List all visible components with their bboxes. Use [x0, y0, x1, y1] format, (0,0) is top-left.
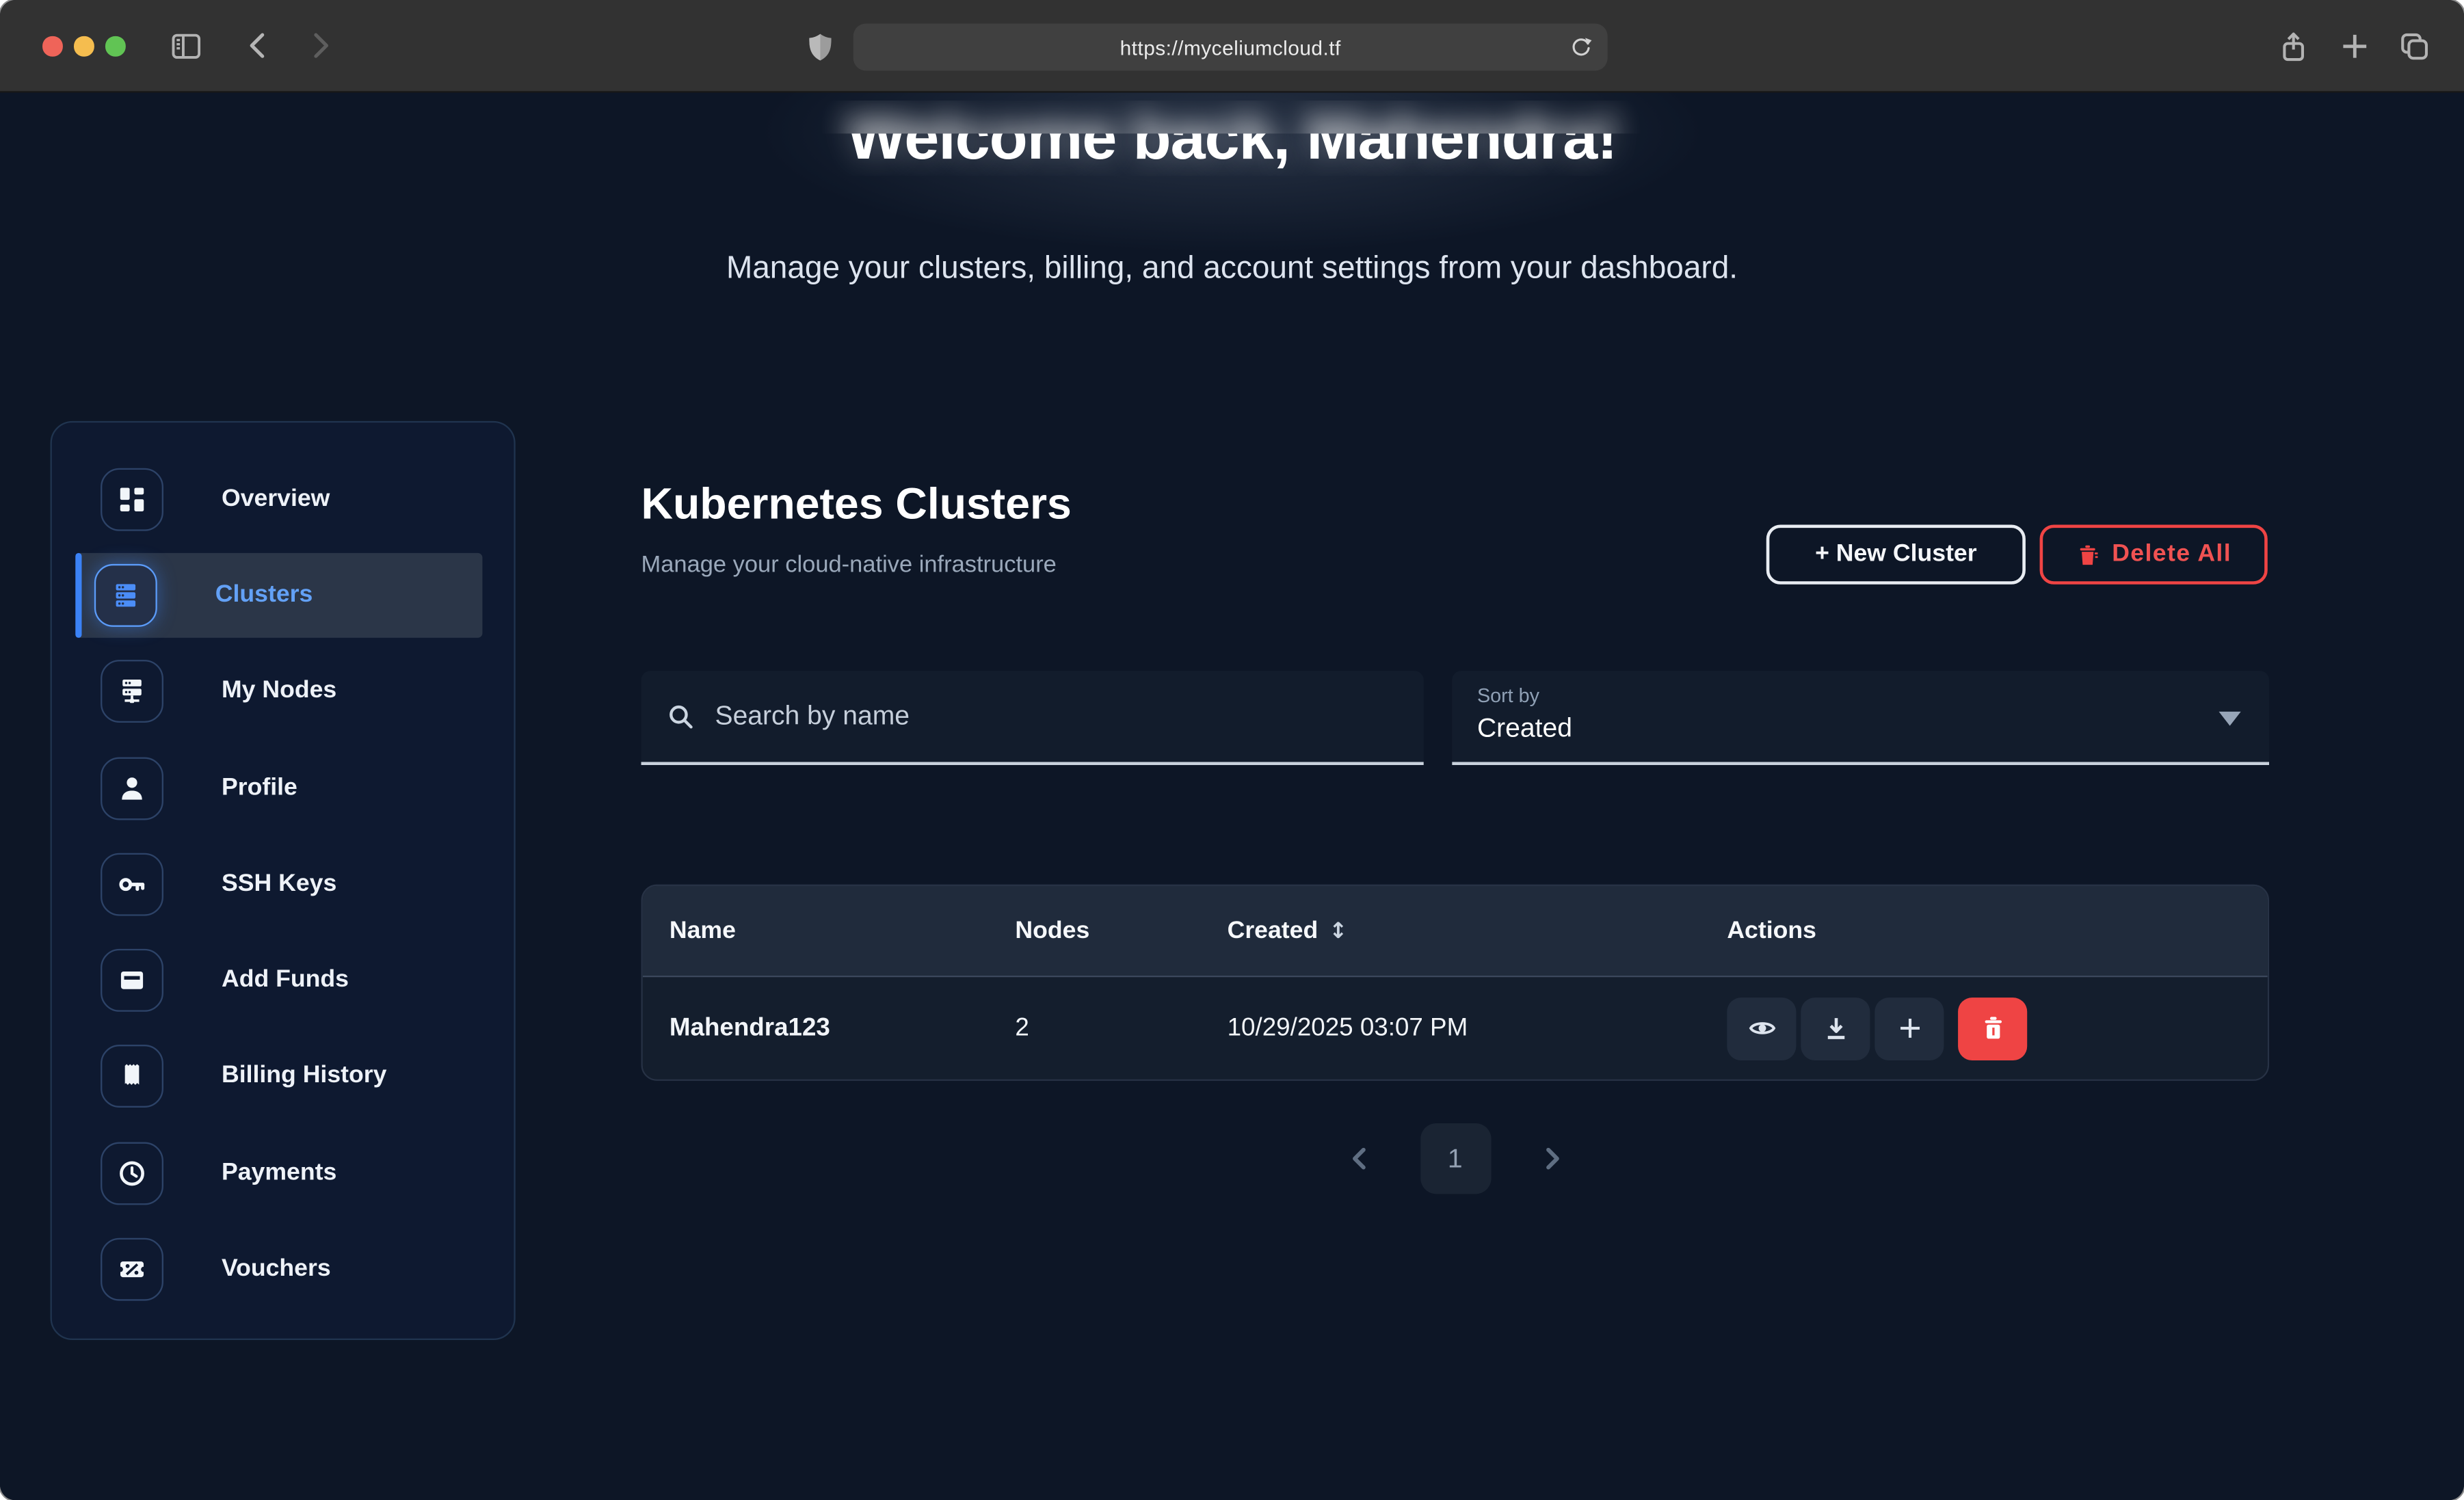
- clock-icon: [101, 1142, 163, 1205]
- sidebar-item-label: Add Funds: [222, 966, 349, 994]
- sidebar-item-my-nodes[interactable]: My Nodes: [52, 643, 514, 740]
- sidebar-item-label: Clusters: [215, 581, 313, 609]
- ticket-percent-icon: [101, 1238, 163, 1301]
- clusters-table: Name Nodes Created ↕ Actions Mahendra123…: [641, 885, 2270, 1081]
- new-tab-icon[interactable]: [2338, 30, 2371, 63]
- sort-arrows-icon: ↕: [1329, 918, 1347, 943]
- sort-by-label: Sort by: [1477, 685, 2244, 707]
- sidebar-item-vouchers[interactable]: Vouchers: [52, 1221, 514, 1317]
- window-controls: [42, 36, 125, 56]
- cluster-name: Mahendra123: [670, 1014, 1016, 1042]
- search-input[interactable]: [715, 701, 1399, 732]
- row-actions: [1727, 997, 2267, 1060]
- chevron-right-icon: [1537, 1144, 1564, 1174]
- sidebar-item-label: SSH Keys: [222, 870, 336, 898]
- trash-icon: [1978, 1013, 2008, 1043]
- sort-selected-value: Created: [1477, 713, 2244, 745]
- chevron-left-icon: [1346, 1144, 1373, 1174]
- url-text: https://myceliumcloud.tf: [1120, 36, 1341, 59]
- plus-icon: [1894, 1013, 1924, 1043]
- prev-page-button[interactable]: [1346, 1144, 1373, 1174]
- new-cluster-button[interactable]: + New Cluster: [1766, 524, 2026, 584]
- search-field[interactable]: [641, 671, 1424, 765]
- delete-all-button[interactable]: Delete All: [2040, 524, 2268, 584]
- next-page-button[interactable]: [1537, 1144, 1564, 1174]
- browser-toolbar: https://myceliumcloud.tf: [0, 0, 2464, 93]
- table-header-row: Name Nodes Created ↕ Actions: [643, 886, 2268, 976]
- sidebar-item-overview[interactable]: Overview: [52, 451, 514, 547]
- pagination: 1: [641, 1123, 2270, 1194]
- share-icon[interactable]: [2277, 30, 2310, 65]
- shield-icon[interactable]: [804, 31, 836, 63]
- dashboard-icon: [101, 468, 163, 531]
- chevron-down-icon: [2219, 712, 2241, 726]
- sidebar-item-label: My Nodes: [222, 678, 336, 706]
- tabs-overview-icon[interactable]: [2398, 30, 2430, 63]
- address-bar[interactable]: https://myceliumcloud.tf: [853, 23, 1608, 70]
- sidebar-item-billing-history[interactable]: Billing History: [52, 1029, 514, 1125]
- cluster-created: 10/29/2025 03:07 PM: [1228, 1014, 1727, 1042]
- sidebar-item-payments[interactable]: Payments: [52, 1125, 514, 1221]
- column-header-actions: Actions: [1727, 917, 2267, 945]
- forward-icon[interactable]: [303, 30, 334, 62]
- cluster-nodes: 2: [1015, 1014, 1227, 1042]
- column-header-name: Name: [670, 917, 1016, 945]
- column-header-nodes: Nodes: [1015, 917, 1227, 945]
- servers-icon: [94, 564, 157, 627]
- delete-all-label: Delete All: [2112, 540, 2231, 568]
- section-title: Kubernetes Clusters: [641, 479, 1072, 530]
- sidebar-item-label: Billing History: [222, 1062, 386, 1090]
- section-subtitle: Manage your cloud-native infrastructure: [641, 552, 1057, 578]
- page-number[interactable]: 1: [1420, 1123, 1490, 1194]
- eye-icon: [1747, 1013, 1777, 1043]
- card-icon: [101, 949, 163, 1012]
- sidebar-item-profile[interactable]: Profile: [52, 740, 514, 836]
- sidebar-item-label: Vouchers: [222, 1255, 331, 1283]
- user-icon: [101, 756, 163, 819]
- sidebar-item-label: Overview: [222, 485, 330, 513]
- page-subtitle: Manage your clusters, billing, and accou…: [0, 247, 2464, 291]
- created-header-label: Created: [1228, 917, 1319, 945]
- add-node-button[interactable]: [1875, 997, 1944, 1060]
- dashboard-page: Welcome back, Mahendra! Welcome back, Ma…: [0, 93, 2464, 1500]
- sidebar-item-add-funds[interactable]: Add Funds: [52, 933, 514, 1029]
- view-cluster-button[interactable]: [1727, 997, 1796, 1060]
- sidebar: Overview Clusters: [51, 421, 516, 1340]
- scaled-viewport: https://myceliumcloud.tf Welcome back, M…: [0, 0, 2464, 1500]
- minimize-window-button[interactable]: [74, 36, 94, 56]
- close-window-button[interactable]: [42, 36, 62, 56]
- server-node-icon: [101, 660, 163, 723]
- table-row: Mahendra123 2 10/29/2025 03:07 PM: [643, 976, 2268, 1080]
- zoom-window-button[interactable]: [105, 36, 125, 56]
- sort-dropdown[interactable]: Sort by Created: [1452, 671, 2269, 765]
- sidebar-item-label: Payments: [222, 1159, 336, 1187]
- sidebar-item-label: Profile: [222, 774, 297, 802]
- back-icon[interactable]: [243, 30, 275, 62]
- sidebar-item-clusters[interactable]: Clusters: [75, 554, 482, 637]
- key-icon: [101, 853, 163, 915]
- receipt-icon: [101, 1045, 163, 1108]
- sidebar-toggle-icon[interactable]: [170, 30, 202, 63]
- column-header-created[interactable]: Created ↕: [1228, 917, 1727, 945]
- download-icon: [1820, 1013, 1851, 1043]
- sidebar-item-ssh-keys[interactable]: SSH Keys: [52, 836, 514, 933]
- reload-icon[interactable]: [1568, 35, 1593, 60]
- trash-icon: [2076, 543, 2099, 566]
- download-kubeconfig-button[interactable]: [1801, 997, 1870, 1060]
- delete-cluster-button[interactable]: [1958, 997, 2027, 1060]
- browser-window: https://myceliumcloud.tf Welcome back, M…: [0, 0, 2464, 1500]
- search-icon: [666, 701, 696, 732]
